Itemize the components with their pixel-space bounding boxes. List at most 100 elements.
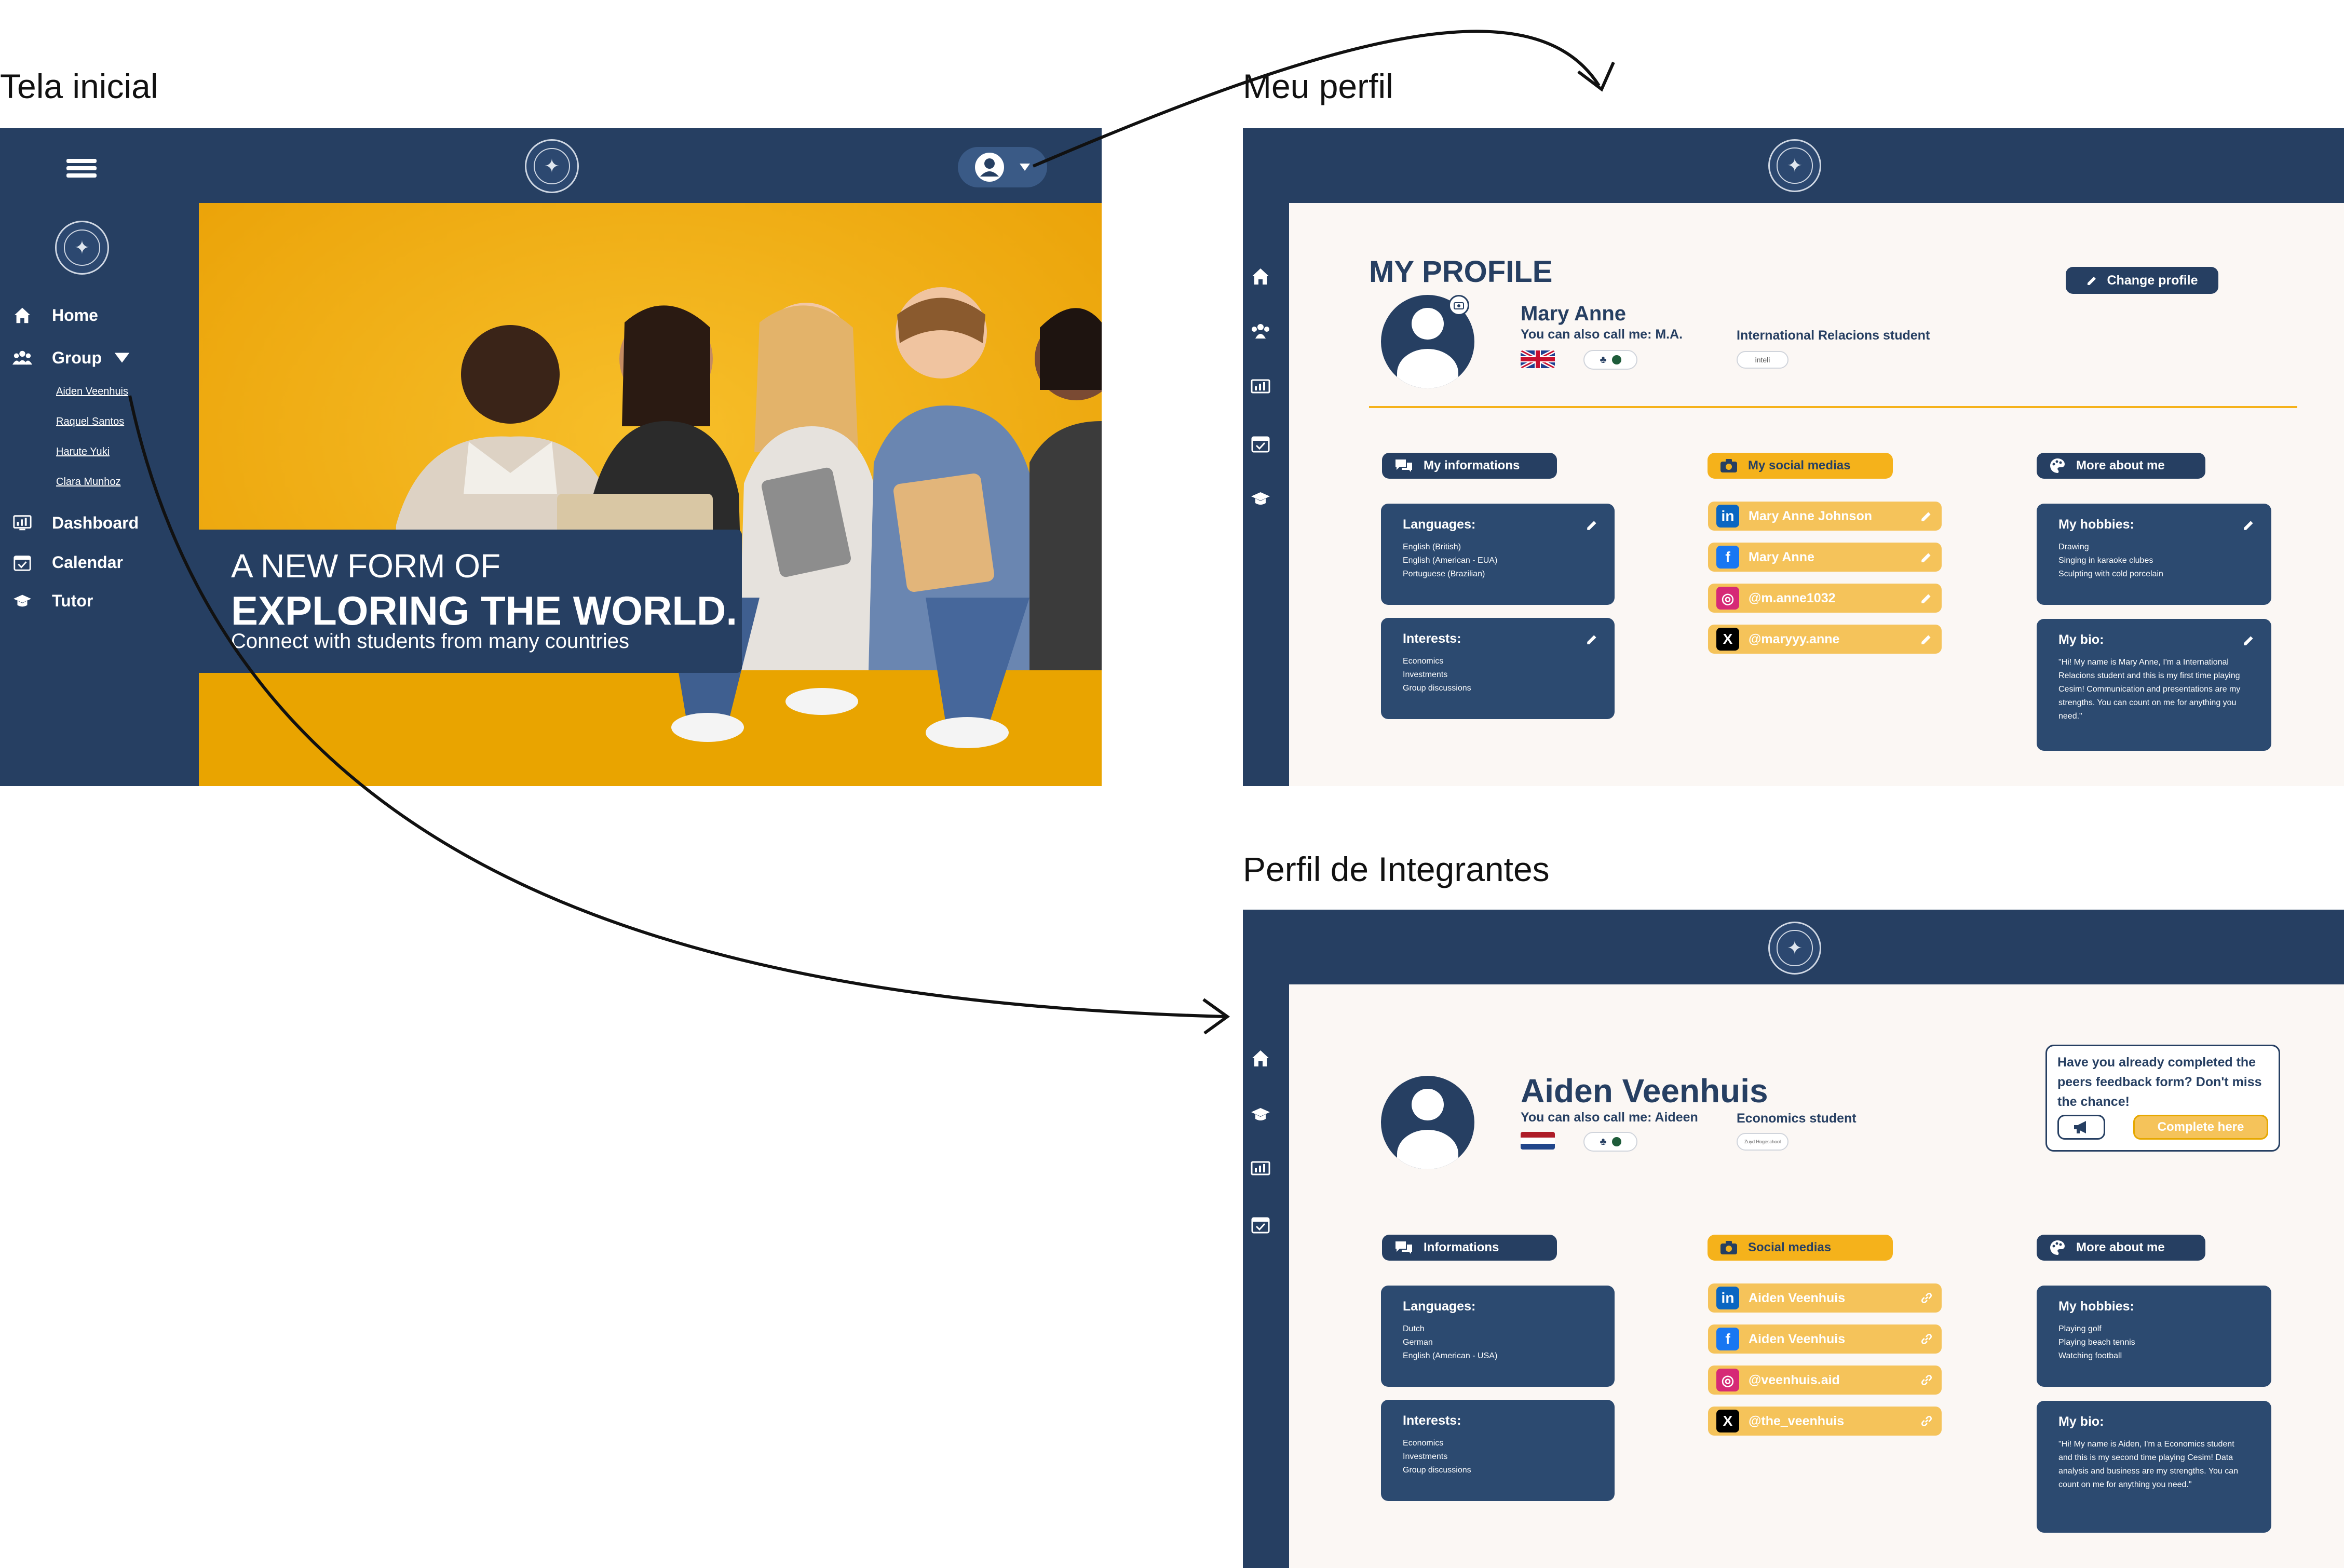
dashboard-icon[interactable] [1250,377,1271,398]
social-link-facebook[interactable]: f Mary Anne [1708,543,1942,572]
sidebar-item-tutor[interactable]: Tutor [12,591,93,611]
social-link-instagram[interactable]: ◎ @veenhuis.aid [1708,1366,1942,1395]
palette-icon [2050,458,2065,473]
hero-headline-line1: A NEW FORM OF [231,547,501,585]
sidebar-item-group[interactable]: Group [12,348,132,368]
home-icon[interactable] [1250,1048,1271,1069]
link-icon[interactable] [1920,1414,1933,1428]
user-avatar-icon [975,153,1004,182]
camera-icon[interactable] [1448,295,1469,316]
card-title: My hobbies: [2058,1299,2134,1314]
social-link-linkedin[interactable]: in Mary Anne Johnson [1708,502,1942,531]
feedback-reminder-box: Have you already completed the peers fee… [2045,1045,2280,1152]
section-social-medias: Social medias [1708,1235,1893,1261]
page-title: MY PROFILE [1369,255,1553,289]
card-title: Languages: [1403,517,1476,532]
feedback-reminder-text: Have you already completed the peers fee… [2057,1055,2262,1109]
hobby-item: Drawing [2058,543,2089,551]
caret-down-icon [1020,164,1030,171]
section-label: My informations [1424,458,1520,472]
pencil-icon[interactable] [2242,518,2256,532]
team-status-toggle[interactable]: ♣ [1583,1132,1637,1152]
pencil-icon[interactable] [1586,632,1599,646]
calendar-icon[interactable] [1250,433,1271,454]
profile-dropdown-button[interactable] [958,147,1047,187]
interest-item: Investments [1403,670,1448,679]
section-informations: Informations [1382,1235,1557,1261]
online-status-icon [1611,1137,1621,1146]
group-member-link[interactable]: Aiden Veenhuis [56,386,128,398]
chat-icon [1395,459,1412,472]
hamburger-menu-icon[interactable] [66,156,97,181]
change-profile-label: Change profile [2107,273,2198,288]
pencil-icon[interactable] [1920,509,1933,523]
netherlands-flag-icon [1521,1132,1555,1150]
team-status-toggle[interactable]: ♣ [1583,350,1637,370]
card-title: My bio: [2058,1414,2104,1429]
bio-text: "Hi! My name is Mary Anne, I'm a Interna… [2058,658,2241,721]
calendar-icon[interactable] [1250,1214,1271,1235]
interests-card: Interests: Economics Investments Group d… [1381,1400,1615,1501]
bio-card: My bio: "Hi! My name is Aiden, I'm a Eco… [2037,1401,2271,1533]
sidebar-item-home[interactable]: Home [12,305,98,325]
graduation-cap-icon[interactable] [1250,1104,1271,1125]
app-logo-icon[interactable] [525,139,579,193]
complete-feedback-button[interactable]: Complete here [2133,1115,2268,1140]
pencil-icon[interactable] [2242,633,2256,647]
team-icon: ♣ [1600,354,1607,366]
sidebar-item-dashboard[interactable]: Dashboard [12,513,139,533]
team-icon: ♣ [1600,1136,1607,1147]
link-icon[interactable] [1920,1373,1933,1387]
social-label: @veenhuis.aid [1749,1372,1840,1387]
pencil-icon[interactable] [1920,591,1933,605]
home-icon[interactable] [1250,266,1271,287]
group-member-link[interactable]: Raquel Santos [56,416,124,428]
university-badge: inteli [1737,351,1789,369]
app-logo-icon[interactable] [1768,139,1821,192]
language-item: English (British) [1403,543,1461,551]
social-label: @the_veenhuis [1749,1413,1845,1428]
sidebar-item-calendar[interactable]: Calendar [12,552,123,572]
social-link-linkedin[interactable]: in Aiden Veenhuis [1708,1283,1942,1313]
sidebar-item-label: Calendar [52,552,123,572]
hobby-item: Playing beach tennis [2058,1338,2135,1347]
language-item: English (American - USA) [1403,1351,1498,1360]
social-label: @maryyy.anne [1749,631,1840,646]
x-icon: X [1716,628,1739,651]
social-link-instagram[interactable]: ◎ @m.anne1032 [1708,584,1942,613]
member-avatar [1381,1076,1474,1169]
pencil-icon[interactable] [1920,550,1933,564]
profile-nickname: You can also call me: M.A. [1521,327,1683,342]
megaphone-icon[interactable] [2057,1115,2105,1140]
app-logo-icon[interactable] [1768,922,1821,975]
link-icon[interactable] [1920,1291,1933,1305]
card-title: Interests: [1403,1413,1461,1428]
social-link-x[interactable]: X @the_veenhuis [1708,1407,1942,1436]
group-member-link[interactable]: Harute Yuki [56,446,110,458]
social-link-x[interactable]: X @maryyy.anne [1708,625,1942,654]
dashboard-icon[interactable] [1250,1159,1271,1180]
section-label: More about me [2076,458,2165,472]
home-icon [14,307,31,323]
member-role: Economics student [1737,1111,1857,1126]
camera-icon [1720,459,1737,472]
sidebar-item-label: Dashboard [52,513,139,532]
pencil-icon[interactable] [1920,632,1933,646]
language-item: Dutch [1403,1324,1425,1333]
change-profile-button[interactable]: Change profile [2066,267,2218,294]
graduation-cap-icon[interactable] [1250,488,1271,509]
group-member-link[interactable]: Clara Munhoz [56,476,121,488]
section-my-informations: My informations [1382,453,1557,479]
group-icon[interactable] [1250,321,1271,342]
hero-banner: A NEW FORM OF EXPLORING THE WORLD. Conne… [199,203,1102,786]
pencil-icon[interactable] [1586,518,1599,532]
link-icon[interactable] [1920,1332,1933,1346]
sidebar-item-label: Tutor [52,591,93,610]
bio-card: My bio: "Hi! My name is Mary Anne, I'm a… [2037,619,2271,751]
interest-item: Group discussions [1403,684,1471,693]
language-item: Portuguese (Brazilian) [1403,570,1485,578]
x-icon: X [1716,1410,1739,1432]
social-link-facebook[interactable]: f Aiden Veenhuis [1708,1324,1942,1354]
pencil-icon [2088,277,2096,285]
language-item: German [1403,1338,1433,1347]
